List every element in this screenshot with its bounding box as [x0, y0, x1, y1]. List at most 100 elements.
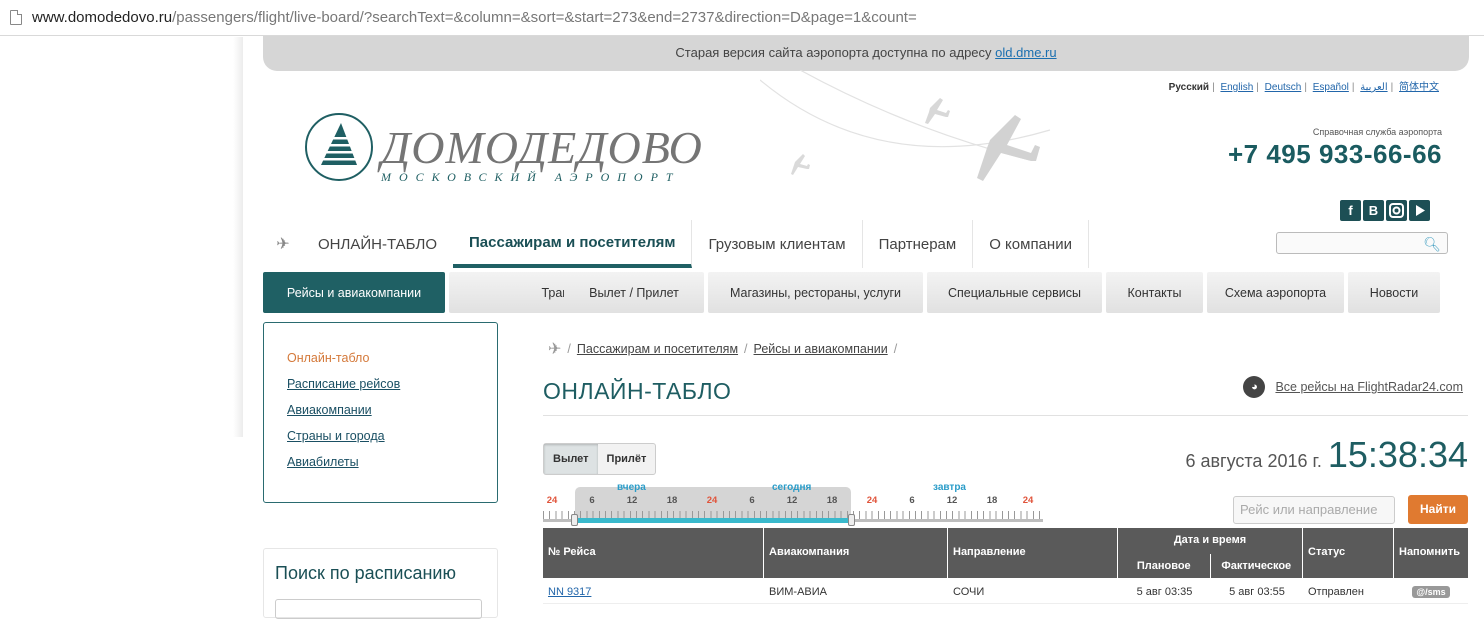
logo-emblem-icon [305, 113, 373, 181]
current-date: 6 августа 2016 г. [1185, 451, 1322, 471]
current-datetime: 6 августа 2016 г. 15:38:34 [1185, 434, 1468, 476]
subnav-shops[interactable]: Магазины, рестораны, услуги [708, 272, 923, 313]
column-header-direction[interactable]: Направление [948, 528, 1118, 578]
old-version-text: Старая версия сайта аэропорта доступна п… [675, 45, 992, 60]
flight-number-cell: NN 9317 [543, 578, 764, 603]
url-text[interactable]: www.domodedovo.ru/passengers/flight/live… [32, 9, 917, 26]
breadcrumb-separator: / [744, 342, 748, 356]
column-header-airline[interactable]: Авиакомпания [764, 528, 948, 578]
nav-passengers[interactable]: Пассажирам и посетителям [452, 220, 693, 268]
flight-search-input[interactable]: Рейс или направление [1233, 496, 1395, 524]
slider-start-handle[interactable] [571, 514, 578, 526]
find-button[interactable]: Найти [1408, 495, 1468, 524]
plane-icon: ✈︎ [276, 236, 290, 253]
breadcrumb: ✈︎ / Пассажирам и посетителям / Рейсы и … [548, 339, 897, 359]
column-header-remind: Напомнить [1399, 546, 1460, 558]
lang-german[interactable]: Deutsch [1265, 82, 1302, 93]
old-version-link[interactable]: old.dme.ru [995, 45, 1056, 60]
flightradar-link[interactable]: Все рейсы на FlightRadar24.com [1275, 380, 1463, 394]
nav-partners[interactable]: Партнерам [863, 220, 974, 268]
actual-time-cell: 5 авг 03:55 [1229, 586, 1285, 598]
time-range-slider[interactable]: вчера сегодня завтра 24 6 12 18 24 6 12 … [543, 481, 1043, 527]
instagram-icon[interactable] [1386, 200, 1407, 221]
hour-tick-label: 18 [666, 495, 678, 506]
site-search-input[interactable]: 🔍︎ [1276, 232, 1448, 254]
column-header-actual[interactable]: Фактическое [1211, 554, 1303, 578]
nav-online-board[interactable]: ОНЛАЙН-ТАБЛО [303, 220, 453, 268]
hour-tick-label: 24 [1022, 495, 1034, 506]
youtube-icon[interactable] [1409, 200, 1430, 221]
flightradar-block: ◕ Все рейсы на FlightRadar24.com [1243, 376, 1463, 398]
lang-spanish[interactable]: Español [1313, 82, 1349, 93]
page-margin [0, 37, 243, 437]
tab-arrival[interactable]: Прилёт [598, 444, 656, 474]
decorative-plane-illustration [760, 70, 1051, 181]
day-label-yesterday: вчера [617, 482, 646, 493]
hour-tick-label: 18 [986, 495, 998, 506]
phone-number: +7 495 933-66-66 [1227, 139, 1442, 169]
subnav-contacts[interactable]: Контакты [1106, 272, 1203, 313]
flight-number-link[interactable]: NN 9317 [548, 586, 591, 598]
day-label-today: сегодня [772, 482, 812, 493]
flights-table: № Рейса Авиакомпания Направление Дата и … [543, 528, 1468, 604]
page-title: ОНЛАЙН-ТАБЛО [543, 378, 732, 404]
nav-about[interactable]: О компании [973, 220, 1089, 268]
sms-remind-button[interactable]: @/sms [1412, 586, 1450, 598]
breadcrumb-passengers[interactable]: Пассажирам и посетителям [577, 342, 738, 356]
logo-subtitle: МОСКОВСКИЙ АЭРОПОРТ [381, 170, 681, 184]
hour-tick-label: 6 [589, 495, 595, 506]
search-icon[interactable]: 🔍︎ [1423, 236, 1441, 253]
radar-icon: ◕ [1243, 376, 1266, 398]
lang-english[interactable]: English [1220, 82, 1253, 93]
lang-arabic[interactable]: العربية [1360, 82, 1387, 93]
table-row[interactable]: NN 9317 ВИМ-АВИА СОЧИ 5 авг 03:35 5 авг … [543, 578, 1468, 604]
sidebar-item-schedule[interactable]: Расписание рейсов [287, 377, 497, 403]
contact-block: Справочная служба аэропорта +7 495 933-6… [1228, 127, 1442, 170]
status-cell: Отправлен [1308, 586, 1364, 598]
subnav-news[interactable]: Новости [1348, 272, 1440, 313]
vk-icon[interactable]: B [1363, 200, 1384, 221]
address-bar[interactable]: www.domodedovo.ru/passengers/flight/live… [0, 0, 1484, 36]
hour-tick-label: 24 [706, 495, 718, 506]
logo-title: ДОМОДЕДОВО [381, 122, 703, 173]
hour-tick-label: 6 [749, 495, 755, 506]
slider-end-handle[interactable] [848, 514, 855, 526]
breadcrumb-flights[interactable]: Рейсы и авиакомпании [754, 342, 888, 356]
sub-nav: Рейсы и авиакомпании Транспорт Вылет / П… [263, 272, 1440, 313]
direction-cell: СОЧИ [953, 586, 985, 598]
old-version-notice: Старая версия сайта аэропорта доступна п… [263, 36, 1469, 71]
subnav-departure-arrival[interactable]: Вылет / Прилет [564, 272, 704, 313]
sidebar-item-airlines[interactable]: Авиакомпании [287, 403, 497, 429]
sidebar-menu: Онлайн-табло Расписание рейсов Авиакомпа… [263, 322, 498, 503]
lang-russian[interactable]: Русский [1169, 82, 1209, 93]
page-icon [10, 10, 22, 25]
nav-cargo[interactable]: Грузовым клиентам [692, 220, 863, 268]
column-header-datetime: Дата и время Плановое Фактическое [1118, 528, 1303, 578]
column-header-planned[interactable]: Плановое [1118, 554, 1211, 578]
direction-toggle: Вылет Прилёт [543, 443, 657, 475]
language-selector: Русский | English | Deutsch | Español | العر… [1168, 82, 1439, 93]
hour-tick-label: 24 [546, 495, 558, 506]
breadcrumb-separator: / [893, 342, 898, 356]
hour-tick-label: 12 [946, 495, 958, 506]
subnav-flights-airlines[interactable]: Рейсы и авиакомпании [263, 272, 445, 313]
subnav-airport-map[interactable]: Схема аэропорта [1207, 272, 1344, 313]
main-nav: ✈︎ ОНЛАЙН-ТАБЛО Пассажирам и посетителям… [263, 220, 1089, 268]
subnav-special-services[interactable]: Специальные сервисы [927, 272, 1102, 313]
remind-cell: @/sms [1394, 578, 1468, 603]
sidebar-item-tickets[interactable]: Авиабилеты [287, 455, 497, 481]
planned-time-cell: 5 авг 03:35 [1136, 586, 1193, 598]
column-header-status[interactable]: Статус [1303, 528, 1394, 578]
sidebar-item-countries-cities[interactable]: Страны и города [287, 429, 497, 455]
column-header-flight[interactable]: № Рейса [543, 528, 764, 578]
plane-icon: ✈︎ [548, 341, 562, 358]
facebook-icon[interactable]: f [1340, 200, 1361, 221]
tab-departure[interactable]: Вылет [544, 444, 598, 474]
social-links: f B [1340, 200, 1430, 221]
lang-chinese[interactable]: 简体中文 [1399, 82, 1439, 93]
schedule-search-title: Поиск по расписанию [275, 563, 456, 583]
day-label-tomorrow: завтра [933, 482, 966, 493]
schedule-search-input[interactable] [275, 599, 482, 619]
sidebar-item-online-board[interactable]: Онлайн-табло [287, 351, 497, 377]
airline-cell: ВИМ-АВИА [769, 586, 827, 598]
